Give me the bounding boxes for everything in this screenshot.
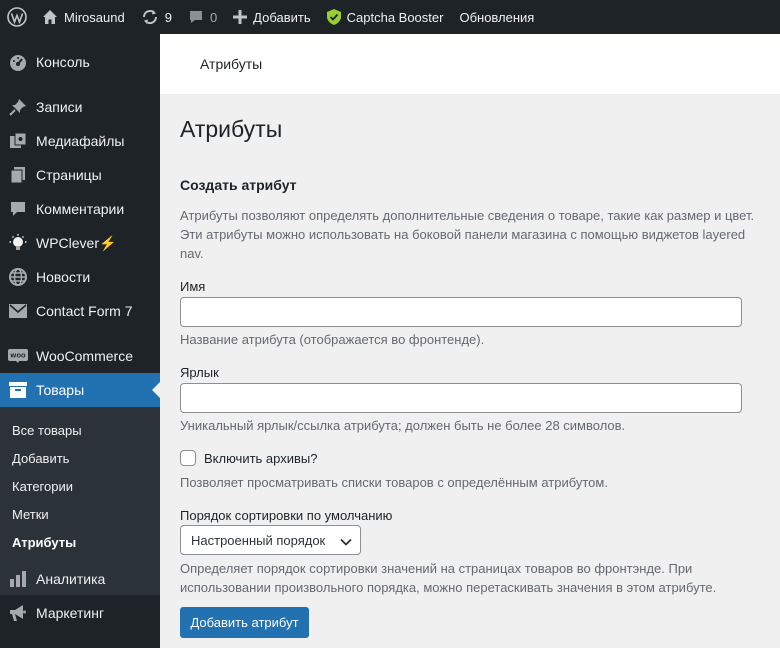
sidebar-item-woocommerce[interactable]: WOO WooCommerce xyxy=(0,339,160,373)
dashboard-icon xyxy=(0,53,36,71)
submenu-tags[interactable]: Метки xyxy=(12,507,49,522)
sidebar-item-products[interactable]: Товары xyxy=(0,373,160,407)
sidebar-item-label: Страницы xyxy=(36,167,102,183)
add-attribute-button[interactable]: Добавить атрибут xyxy=(180,607,309,638)
sort-order-select[interactable]: Настроенный порядок xyxy=(180,525,361,555)
sidebar-item-comments[interactable]: Комментарии xyxy=(0,192,160,226)
sidebar-item-label: Новости xyxy=(36,269,91,285)
submenu-add-new[interactable]: Добавить xyxy=(12,451,69,466)
plus-icon xyxy=(233,10,248,24)
envelope-icon xyxy=(0,304,36,318)
archives-hint: Позволяет просматривать списки товаров с… xyxy=(180,475,608,490)
lightbulb-icon xyxy=(0,233,36,253)
captcha-label: Captcha Booster xyxy=(346,9,444,25)
captcha-booster-link[interactable]: Captcha Booster xyxy=(319,0,452,34)
comment-icon xyxy=(188,9,204,25)
form-heading: Создать атрибут xyxy=(180,177,297,193)
updates-link[interactable]: 9 xyxy=(133,0,180,34)
name-hint: Название атрибута (отображается во фронт… xyxy=(180,332,485,347)
intro-line-1: Атрибуты позволяют определять дополнител… xyxy=(180,208,755,223)
pin-icon xyxy=(0,98,36,116)
chevron-down-icon xyxy=(340,535,352,550)
slug-hint: Уникальный ярлык/ссылка атрибута; должен… xyxy=(180,418,626,433)
sidebar-item-wpclever[interactable]: WPClever⚡ xyxy=(0,226,160,260)
sidebar-item-label: WPClever⚡ xyxy=(36,234,117,251)
header-title: Атрибуты xyxy=(200,56,263,72)
shield-icon xyxy=(326,9,341,25)
intro-line-2: Эти атрибуты можно использовать на боков… xyxy=(180,227,746,242)
sidebar-item-label: Товары xyxy=(36,382,85,398)
admin-sidebar: Консоль Записи Медиафайлы Страницы Комме… xyxy=(0,34,160,648)
sidebar-item-label: Медиафайлы xyxy=(36,133,125,149)
sidebar-item-posts[interactable]: Записи xyxy=(0,90,160,124)
sort-order-label: Порядок сортировки по умолчанию xyxy=(180,508,393,523)
sidebar-item-marketing[interactable]: Маркетинг xyxy=(0,596,160,630)
pages-icon xyxy=(0,166,36,184)
enable-archives-label[interactable]: Включить архивы? xyxy=(204,451,317,466)
sidebar-item-pages[interactable]: Страницы xyxy=(0,158,160,192)
sidebar-item-analytics[interactable]: Аналитика xyxy=(0,562,160,596)
sidebar-item-label: Маркетинг xyxy=(36,605,105,621)
sidebar-item-contact-form[interactable]: Contact Form 7 xyxy=(0,294,160,328)
media-icon xyxy=(0,132,36,150)
page-title: Атрибуты xyxy=(180,116,283,142)
submenu-attributes[interactable]: Атрибуты xyxy=(12,535,76,550)
sidebar-item-media[interactable]: Медиафайлы xyxy=(0,124,160,158)
megaphone-icon xyxy=(0,604,36,622)
enable-archives-checkbox[interactable] xyxy=(180,450,196,466)
archive-icon xyxy=(0,382,36,398)
sidebar-item-label: Contact Form 7 xyxy=(36,303,133,319)
sort-hint-line-1: Определяет порядок сортировки значений н… xyxy=(180,561,693,576)
wordpress-logo-icon[interactable] xyxy=(0,0,34,34)
site-name-link[interactable]: Mirosaund xyxy=(34,0,133,34)
updates-count: 9 xyxy=(164,9,172,25)
svg-text:WOO: WOO xyxy=(10,354,26,360)
sort-order-value: Настроенный порядок xyxy=(191,532,326,548)
sort-hint-line-2: использовании произвольного порядка, мож… xyxy=(180,580,717,595)
globe-icon xyxy=(0,268,36,286)
sidebar-item-news[interactable]: Новости xyxy=(0,260,160,294)
updates-text-link[interactable]: Обновления xyxy=(451,0,542,34)
intro-line-3: nav. xyxy=(180,246,204,261)
add-new-link[interactable]: Добавить xyxy=(225,0,318,34)
sidebar-item-label: Консоль xyxy=(36,54,90,70)
sidebar-item-dashboard[interactable]: Консоль xyxy=(0,45,160,79)
updates-label: Обновления xyxy=(459,9,535,25)
comments-link[interactable]: 0 xyxy=(180,0,225,34)
sidebar-item-label: Комментарии xyxy=(36,201,125,217)
name-label: Имя xyxy=(180,279,206,294)
sidebar-item-label: Записи xyxy=(36,99,83,115)
slug-label: Ярлык xyxy=(180,365,219,380)
comments-count: 0 xyxy=(209,9,218,25)
sidebar-item-label: WooCommerce xyxy=(36,348,133,364)
comment-icon xyxy=(0,200,36,218)
updates-icon xyxy=(141,9,159,25)
sidebar-item-label: Аналитика xyxy=(36,571,106,587)
submenu-categories[interactable]: Категории xyxy=(12,479,73,494)
home-icon xyxy=(42,9,58,25)
name-input[interactable] xyxy=(180,297,742,327)
woo-icon: WOO xyxy=(0,349,36,363)
admin-bar: Mirosaund 9 0 Добавить Captcha Booster О… xyxy=(0,0,780,34)
add-new-label: Добавить xyxy=(253,9,311,25)
page-header-bar: Атрибуты xyxy=(160,34,780,94)
bar-chart-icon xyxy=(0,571,36,587)
site-name: Mirosaund xyxy=(64,9,125,25)
slug-input[interactable] xyxy=(180,383,742,413)
submenu-all-products[interactable]: Все товары xyxy=(12,423,82,438)
